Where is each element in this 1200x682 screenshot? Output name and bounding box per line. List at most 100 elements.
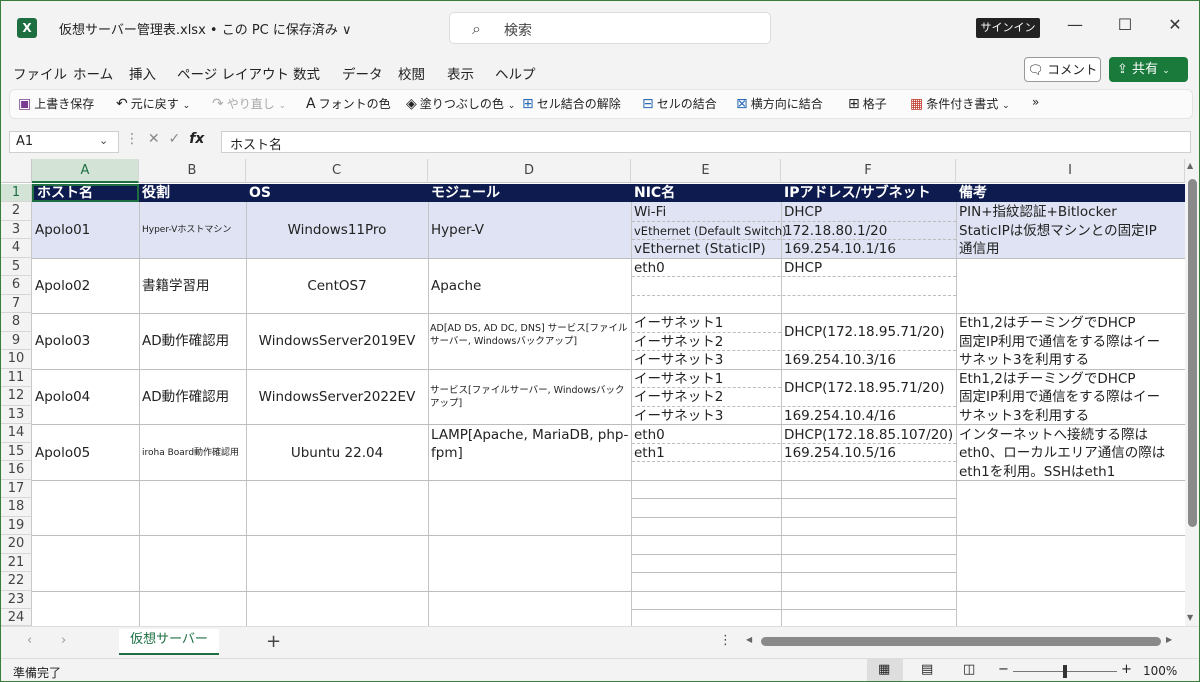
formula-input[interactable]: ホスト名: [221, 131, 1191, 153]
menu-view[interactable]: 表示: [447, 63, 474, 83]
column-header-b[interactable]: B: [139, 159, 246, 183]
minimize-icon[interactable]: —: [1063, 15, 1087, 34]
row-header[interactable]: 2: [1, 202, 32, 221]
cell-module[interactable]: Apache: [431, 277, 481, 295]
scroll-up-icon[interactable]: ▲: [1187, 161, 1193, 170]
cell-nic[interactable]: eth1: [634, 444, 665, 462]
column-header-f[interactable]: F: [781, 159, 956, 183]
search-box[interactable]: ⌕ 検索: [449, 12, 771, 44]
zoom-slider-thumb[interactable]: [1063, 665, 1067, 678]
cell-ip[interactable]: 169.254.10.5/16: [784, 444, 896, 462]
row-header[interactable]: 21: [1, 554, 32, 572]
cell-ip[interactable]: DHCP(172.18.85.107/20): [784, 426, 953, 444]
cell-role[interactable]: AD動作確認用: [142, 388, 229, 406]
row-header[interactable]: 4: [1, 239, 32, 258]
cell-host[interactable]: Apolo02: [35, 277, 90, 295]
cell-i1[interactable]: 備考: [956, 184, 1185, 202]
row-header[interactable]: 22: [1, 572, 32, 591]
cell-nic[interactable]: eth0: [634, 259, 665, 277]
cancel-icon[interactable]: ✕: [148, 131, 160, 147]
add-sheet-icon[interactable]: +: [266, 631, 281, 652]
more-vertical-icon[interactable]: ⋮: [719, 633, 732, 648]
menu-help[interactable]: ヘルプ: [495, 63, 536, 83]
chevron-down-icon[interactable]: ⌄: [99, 134, 108, 147]
row-header[interactable]: 18: [1, 498, 32, 517]
cell-host[interactable]: Apolo03: [35, 332, 90, 350]
cell-note[interactable]: PIN+指紋認証+Bitlocker: [959, 203, 1117, 221]
column-header-a[interactable]: A: [32, 159, 139, 183]
share-button[interactable]: ⇪ 共有 ⌄: [1109, 57, 1188, 82]
cell-note[interactable]: eth0、ローカルエリア通信の際は: [959, 444, 1165, 462]
cell-module[interactable]: Hyper-V: [431, 221, 484, 239]
row-header[interactable]: 16: [1, 461, 32, 480]
cell-ip[interactable]: 169.254.10.1/16: [784, 240, 896, 258]
row-header[interactable]: 13: [1, 406, 32, 424]
row-header[interactable]: 10: [1, 350, 32, 369]
cell-nic[interactable]: イーサネット1: [634, 314, 723, 332]
cell-note[interactable]: Eth1,2はチーミングでDHCP: [959, 314, 1135, 332]
cell-ip[interactable]: 169.254.10.4/16: [784, 407, 896, 425]
font-color-button[interactable]: A フォントの色: [306, 95, 391, 112]
cell-module[interactable]: LAMP[Apache, MariaDB, php-fpm]: [431, 426, 629, 462]
cell-os[interactable]: CentOS7: [246, 277, 428, 295]
menu-review[interactable]: 校閲: [398, 63, 425, 83]
cell-c1[interactable]: OS: [246, 184, 428, 202]
unmerge-button[interactable]: ⊞ セル結合の解除: [522, 95, 621, 112]
cell-ip[interactable]: DHCP: [784, 259, 822, 277]
row-header[interactable]: 17: [1, 480, 32, 498]
signin-button[interactable]: サインイン: [976, 18, 1040, 38]
sheet-tab[interactable]: 仮想サーバー: [119, 629, 219, 655]
scroll-down-icon[interactable]: ▼: [1187, 613, 1193, 622]
fx-icon[interactable]: fx: [189, 131, 204, 147]
cell-ip[interactable]: DHCP: [784, 203, 822, 221]
cell-host[interactable]: Apolo04: [35, 388, 90, 406]
cell-ip[interactable]: DHCP(172.18.95.71/20): [784, 379, 945, 397]
row-header[interactable]: 24: [1, 609, 32, 626]
cell-nic[interactable]: イーサネット3: [634, 407, 723, 425]
cell-host[interactable]: Apolo01: [35, 221, 90, 239]
cell-nic[interactable]: イーサネット1: [634, 370, 723, 388]
merge-button[interactable]: ⊟ セルの結合: [642, 95, 717, 112]
menu-file[interactable]: ファイル: [13, 63, 67, 83]
column-header-i[interactable]: I: [956, 159, 1185, 183]
cell-os[interactable]: Windows11Pro: [246, 221, 428, 239]
cell-f1[interactable]: IPアドレス/サブネット: [781, 184, 956, 202]
column-header-c[interactable]: C: [246, 159, 428, 183]
page-break-view-icon[interactable]: ◫: [963, 662, 975, 677]
document-title[interactable]: 仮想サーバー管理表.xlsx • この PC に保存済み ∨: [59, 19, 352, 38]
cell-a1[interactable]: ホスト名: [32, 184, 139, 202]
zoom-out-icon[interactable]: −: [998, 662, 1009, 677]
save-button[interactable]: ▣ 上書き保存: [18, 95, 94, 112]
row-header[interactable]: 19: [1, 517, 32, 535]
cell-note[interactable]: 固定IP利用で通信をする際はイー: [959, 333, 1160, 351]
cell-os[interactable]: WindowsServer2022EV: [246, 388, 428, 406]
cell-note[interactable]: 通信用: [959, 240, 1000, 258]
cell-ip[interactable]: 169.254.10.3/16: [784, 351, 896, 369]
row-header[interactable]: 7: [1, 295, 32, 313]
scroll-left-icon[interactable]: ◀: [746, 635, 752, 644]
column-header-e[interactable]: E: [631, 159, 781, 183]
cell-nic[interactable]: イーサネット2: [634, 388, 723, 406]
row-header[interactable]: 11: [1, 369, 32, 387]
fill-color-button[interactable]: ◈ 塗りつぶしの色 ⌄: [406, 95, 515, 112]
cell-nic[interactable]: Wi-Fi: [634, 203, 666, 221]
scroll-right-icon[interactable]: ▶: [1166, 635, 1172, 644]
row-header[interactable]: 8: [1, 313, 32, 332]
close-icon[interactable]: ✕: [1163, 15, 1187, 34]
cell-os[interactable]: WindowsServer2019EV: [246, 332, 428, 350]
enter-icon[interactable]: ✓: [169, 131, 181, 147]
cell-nic[interactable]: eth0: [634, 426, 665, 444]
cell-note[interactable]: インターネットへ接続する際は: [959, 426, 1148, 444]
cell-host[interactable]: Apolo05: [35, 444, 90, 462]
cell-d1[interactable]: モジュール: [428, 184, 631, 202]
spreadsheet-grid[interactable]: A B C D E F I 1 2 3 4 5 6 7 8 9 10 11 12…: [1, 159, 1185, 626]
row-header[interactable]: 14: [1, 424, 32, 443]
row-header[interactable]: 20: [1, 535, 32, 554]
menu-data[interactable]: データ: [342, 63, 383, 83]
row-header[interactable]: 9: [1, 332, 32, 350]
row-header[interactable]: 5: [1, 258, 32, 276]
zoom-level[interactable]: 100%: [1143, 664, 1177, 678]
cell-nic[interactable]: イーサネット2: [634, 333, 723, 351]
zoom-in-icon[interactable]: +: [1121, 662, 1132, 677]
page-layout-view-icon[interactable]: ▤: [921, 662, 933, 677]
